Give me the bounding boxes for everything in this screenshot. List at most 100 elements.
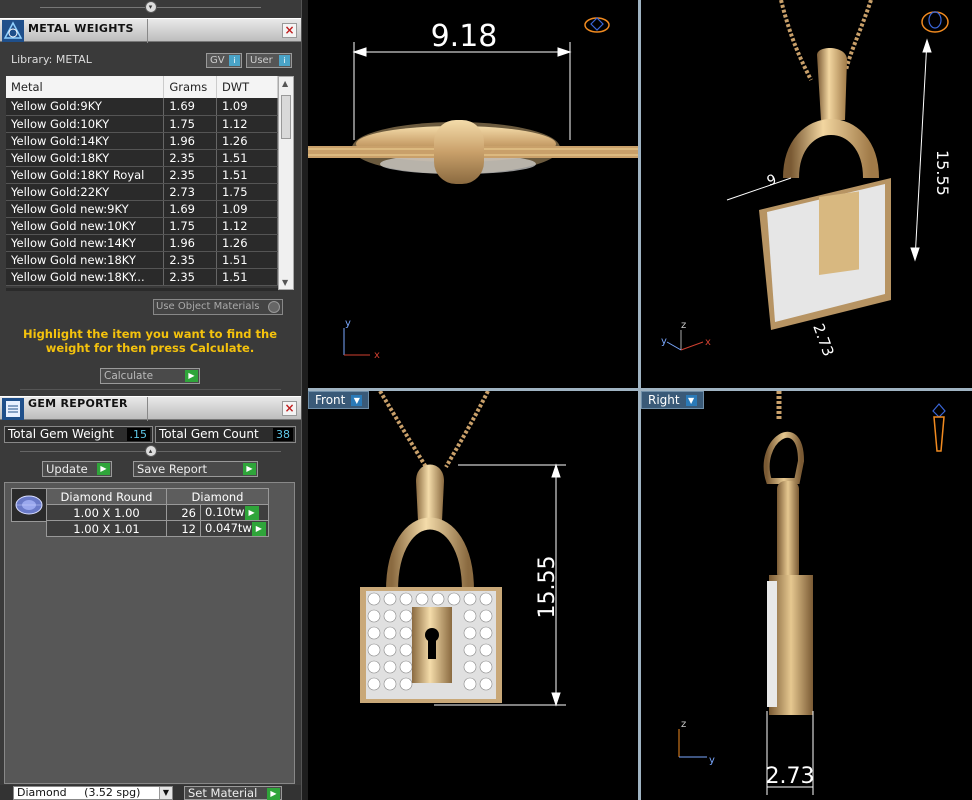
ring-orientation-icon[interactable] [584,17,610,33]
close-icon[interactable]: × [282,401,297,416]
collapse-icon[interactable]: ▾ [144,1,157,13]
metal-cell-dwt: 1.51 [216,268,279,286]
gv-toggle[interactable]: GV i [206,53,242,68]
perspective-viewport[interactable]: 15.55 9 2.73 z x y [641,0,972,388]
metal-cell-grams: 2.35 [163,268,217,286]
gem-material-header: Diamond [166,488,269,505]
calculate-button[interactable]: Calculate ▶ [100,368,200,384]
metal-cell-grams: 1.69 [163,200,217,218]
perspective-model [759,0,891,330]
metal-row[interactable]: Yellow Gold new:18KY 2.35 1.51 [6,251,279,269]
metal-row[interactable]: Yellow Gold new:10KY 1.75 1.12 [6,217,279,235]
column-grams[interactable]: Grams [163,76,217,98]
metal-cell-metal: Yellow Gold:14KY [6,132,165,150]
perspective-height-dimension [910,38,932,262]
column-metal[interactable]: Metal [6,76,165,98]
play-icon: ▶ [185,370,198,382]
panel-splitter[interactable] [301,0,308,800]
metal-row[interactable]: Yellow Gold:18KY 2.35 1.51 [6,149,279,167]
front-view-selector[interactable]: Front ▼ [308,391,370,409]
panel-resize-grip[interactable]: ▾ [0,1,301,13]
metal-table-scrollbar[interactable]: ▲ ▼ [278,76,294,290]
diamond-stone [479,660,493,674]
diamond-stone [383,677,397,691]
info-icon: i [229,55,240,66]
diamond-stone [367,592,381,606]
axis-z-label: z [681,719,686,730]
diamond-stone [383,643,397,657]
scroll-down-icon[interactable]: ▼ [282,278,288,287]
info-icon: i [279,55,290,66]
diamond-stone [479,609,493,623]
metal-row[interactable]: Yellow Gold new:14KY 1.96 1.26 [6,234,279,252]
metal-cell-grams: 2.35 [163,251,217,269]
gem-table: Diamond Round Diamond 1.00 X 1.00 26 0.10t… [46,488,269,537]
metal-row[interactable]: Yellow Gold:14KY 1.96 1.26 [6,132,279,150]
metal-row[interactable]: Yellow Gold:10KY 1.75 1.12 [6,115,279,133]
persp-depth-label: 2.73 [809,321,837,359]
use-object-materials-option[interactable]: Use Object Materials [153,299,283,315]
panel-resize-grip[interactable] [0,384,301,394]
metal-weights-header: METAL WEIGHTS × [0,18,301,43]
diamond-stone [463,643,477,657]
diamond-stone [399,592,413,606]
total-gem-count: Total Gem Count 38 [155,426,296,443]
diamond-stone [383,626,397,640]
diamond-stone [367,677,381,691]
chevron-down-icon[interactable]: ▼ [351,394,363,406]
play-icon: ▶ [243,463,256,475]
metal-cell-grams: 2.35 [163,149,217,167]
gem-weight-cell: 0.047tw ▶ [200,520,269,537]
material-select[interactable]: Diamond (3.52 spg) ▼ [13,786,173,800]
metal-cell-metal: Yellow Gold:18KY [6,149,165,167]
diamond-stone [383,592,397,606]
metal-row[interactable]: Yellow Gold:18KY Royal 2.35 1.51 [6,166,279,184]
chevron-down-icon[interactable]: ▼ [685,394,697,406]
ring-orientation-icon[interactable] [921,11,949,33]
gem-list: Diamond Round Diamond 1.00 X 1.00 26 0.10t… [4,482,295,784]
axis-gizmo: z x y [661,320,711,351]
user-toggle[interactable]: User i [246,53,292,68]
metal-row[interactable]: Yellow Gold:22KY 2.73 1.75 [6,183,279,201]
radio-icon[interactable] [268,301,280,313]
metal-row[interactable]: Yellow Gold new:9KY 1.69 1.09 [6,200,279,218]
front-viewport[interactable]: 15.55 z x Front ▼ [308,391,638,800]
metal-cell-grams: 2.73 [163,183,217,201]
close-icon[interactable]: × [282,23,297,38]
set-material-button[interactable]: Set Material ▶ [184,786,282,800]
metal-row[interactable]: Yellow Gold:9KY 1.69 1.09 [6,98,279,116]
metal-row[interactable]: Yellow Gold new:18KY... 2.35 1.51 [6,268,279,286]
right-view-selector[interactable]: Right ▼ [641,391,704,409]
metal-cell-dwt: 1.12 [216,217,279,235]
gem-count: 26 [166,504,201,521]
front-view-model [360,391,502,703]
collapse-icon[interactable]: ▴ [144,445,157,457]
metal-cell-metal: Yellow Gold new:18KY... [6,268,165,286]
diamond-stone [479,592,493,606]
column-dwt[interactable]: DWT [216,76,279,98]
panel-resize-grip[interactable]: ▴ [0,445,301,457]
diamond-stone [463,626,477,640]
play-icon[interactable]: ▶ [251,521,266,536]
scroll-up-icon[interactable]: ▲ [282,79,288,88]
gem-row[interactable]: 1.00 X 1.01 12 0.047tw ▶ [46,520,269,537]
right-viewport[interactable]: 2.73 z y Right ▼ [641,391,972,800]
scroll-thumb[interactable] [281,95,291,139]
metal-cell-dwt: 1.09 [216,200,279,218]
diamond-stone [463,609,477,623]
diamond-stone [383,609,397,623]
update-button[interactable]: Update ▶ [42,461,112,477]
chevron-down-icon[interactable]: ▼ [159,787,172,799]
save-report-button[interactable]: Save Report ▶ [133,461,258,477]
gem-row[interactable]: 1.00 X 1.00 26 0.10tw ▶ [46,504,269,521]
axis-y-label: y [661,336,667,347]
play-icon[interactable]: ▶ [244,505,259,520]
diamond-round-icon[interactable] [11,488,47,522]
persp-height-label: 15.55 [933,150,952,196]
metal-cell-grams: 1.96 [163,234,217,252]
top-viewport[interactable]: 9.18 y x [308,0,638,388]
ring-orientation-icon[interactable] [932,403,946,452]
gv-label: GV [210,55,225,66]
diamond-stone [399,677,413,691]
total-gem-weight: Total Gem Weight .15 [4,426,153,443]
